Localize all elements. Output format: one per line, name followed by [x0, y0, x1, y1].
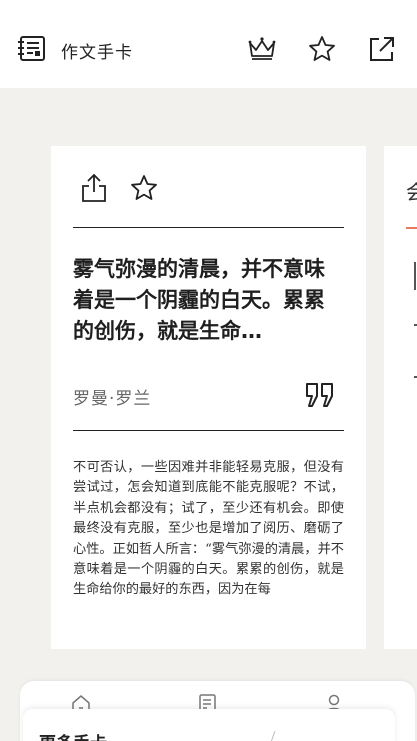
quote-body: 不可否认，一些因难并非能轻易克服，但没有尝试过，怎会知道到底能不能克服呢？不试，… — [73, 460, 344, 598]
app-title: 作文手卡 — [61, 43, 133, 63]
share-icon[interactable] — [366, 34, 396, 64]
divider — [73, 227, 344, 228]
more-cards-title: 更多手卡 — [39, 729, 107, 741]
quote-author: 罗曼·罗兰 — [73, 389, 152, 409]
divider — [73, 430, 344, 431]
crown-icon[interactable] — [247, 34, 277, 64]
more-cards-sheet[interactable]: 更多手卡 — [23, 709, 395, 741]
star-icon[interactable] — [307, 34, 337, 64]
top-bar: 作文手卡 — [0, 0, 417, 88]
decorative-illustration — [270, 730, 276, 741]
accent-divider — [406, 227, 417, 229]
next-card-partial-text: 会 — [406, 180, 417, 204]
notebook-icon — [18, 36, 45, 61]
share-icon[interactable] — [80, 173, 108, 203]
star-icon[interactable] — [129, 173, 159, 203]
quote-headline: 雾气弥漫的清晨，并不意味着是一个阴霾的白天。累累的创伤，就是生命… — [73, 257, 325, 343]
next-card-peek[interactable]: 会 — [384, 146, 417, 649]
quote-card[interactable]: 雾气弥漫的清晨，并不意味着是一个阴霾的白天。累累的创伤，就是生命… 罗曼·罗兰 … — [51, 146, 366, 649]
quote-icon — [306, 383, 333, 407]
